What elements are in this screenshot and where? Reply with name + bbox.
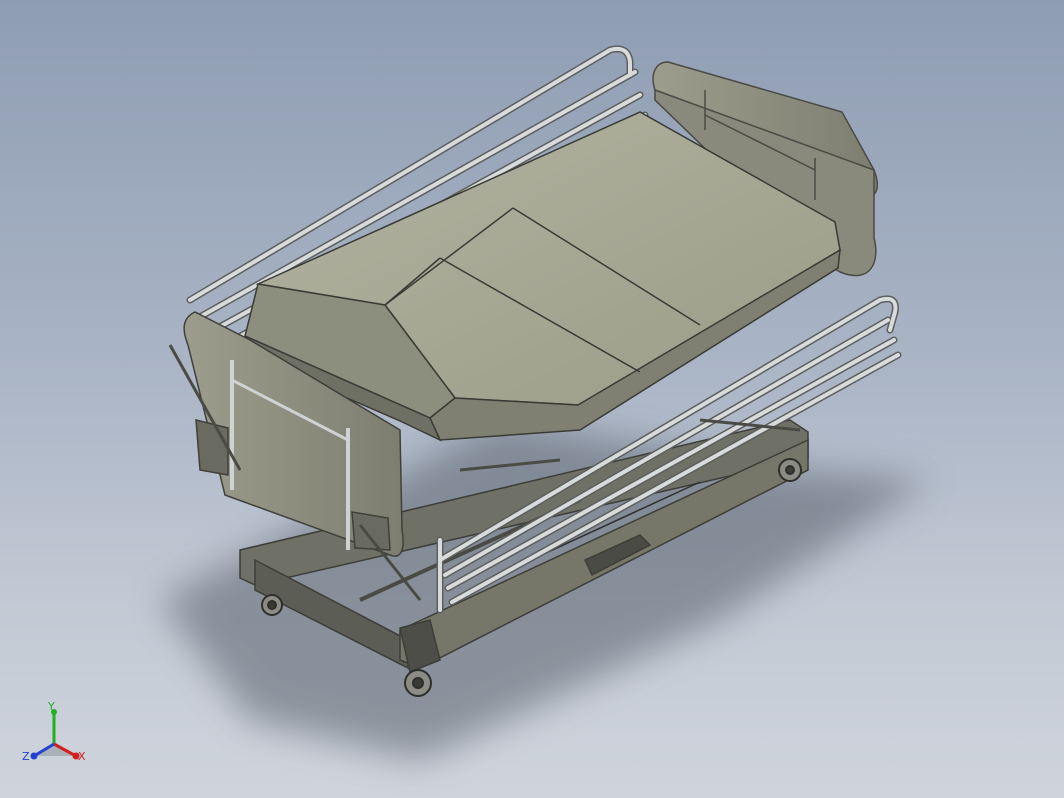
- z-axis-label: Z: [22, 750, 30, 763]
- orientation-triad: Y X Z: [22, 700, 86, 763]
- cad-viewport[interactable]: Y X Z: [0, 0, 1064, 798]
- y-axis-label: Y: [47, 700, 55, 713]
- bed-model[interactable]: [0, 0, 1064, 798]
- z-axis-tip: [30, 752, 38, 760]
- x-axis-label: X: [78, 750, 86, 763]
